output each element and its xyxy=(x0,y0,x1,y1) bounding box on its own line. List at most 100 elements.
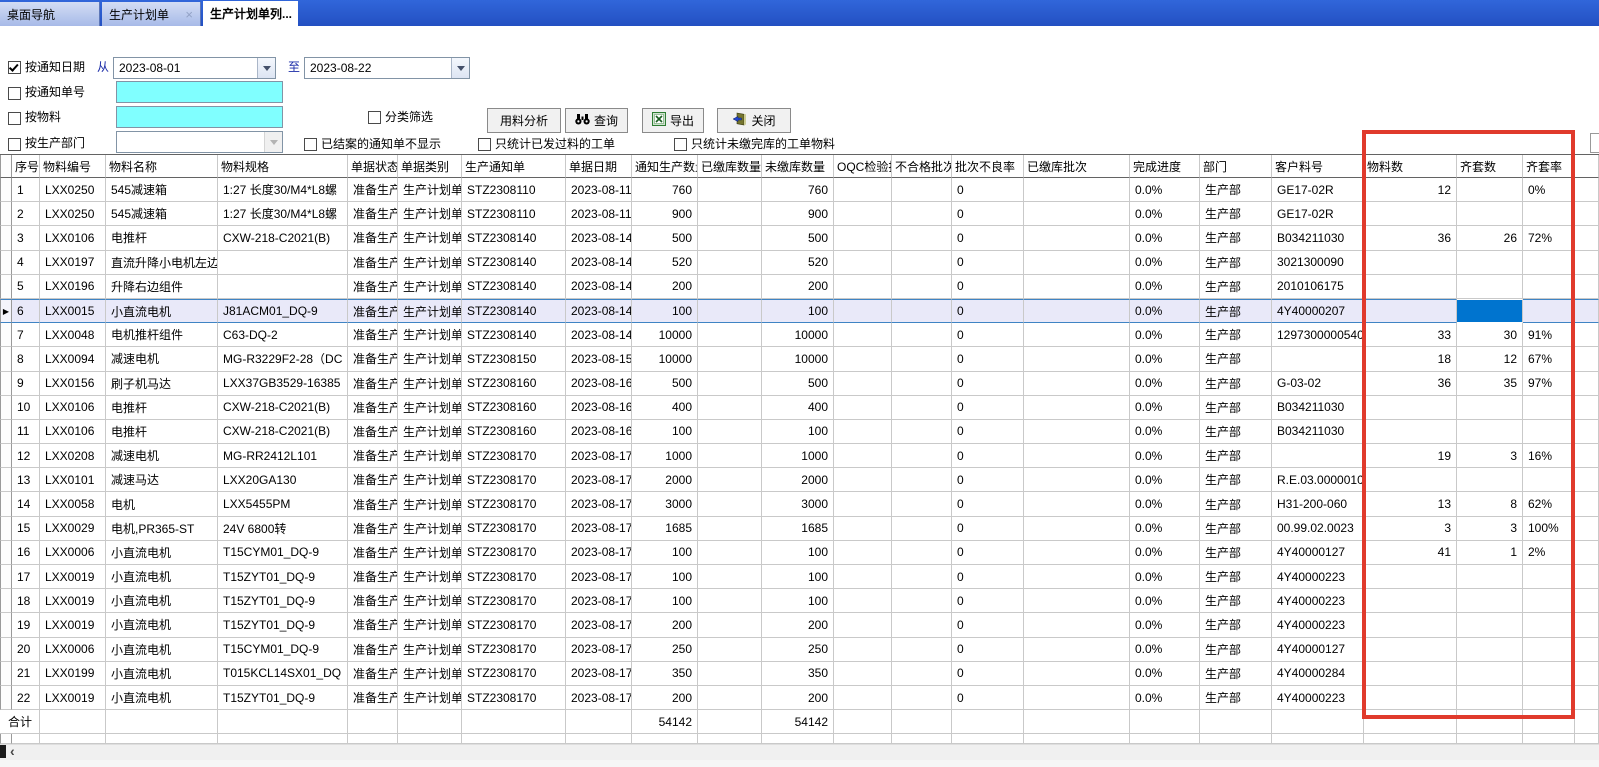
cell-name[interactable]: 545减速箱 xyxy=(106,178,218,202)
cell-date[interactable]: 2023-08-16 xyxy=(566,420,632,444)
material-input[interactable] xyxy=(116,106,283,128)
cell-kitrate[interactable]: 97% xyxy=(1523,372,1575,396)
cell-name[interactable]: 减速电机 xyxy=(106,444,218,468)
cell-unpaid[interactable]: 10000 xyxy=(762,323,834,347)
notice-no-input[interactable] xyxy=(116,81,283,103)
cell-paidlot[interactable] xyxy=(1024,565,1130,589)
cell-cust[interactable]: 4Y40000223 xyxy=(1272,613,1364,637)
cell-dept[interactable]: 生产部 xyxy=(1200,468,1272,492)
cell-name[interactable]: 小直流电机 xyxy=(106,638,218,662)
cell-extra[interactable] xyxy=(1575,565,1599,589)
cell-seq[interactable]: 21 xyxy=(12,662,40,686)
row-indicator[interactable] xyxy=(0,396,12,420)
cell-date[interactable]: 2023-08-16 xyxy=(566,396,632,420)
cell-seq[interactable]: 11 xyxy=(12,420,40,444)
cell-mat[interactable] xyxy=(1364,565,1457,589)
cell-unq[interactable] xyxy=(892,638,952,662)
cell-oqc[interactable] xyxy=(834,565,892,589)
cell-unq[interactable] xyxy=(892,299,952,323)
cell-mat[interactable] xyxy=(1364,613,1457,637)
cell-status[interactable]: 准备生产 xyxy=(348,589,398,613)
cell-unq[interactable] xyxy=(892,372,952,396)
cell-cust[interactable]: G-03-02 xyxy=(1272,372,1364,396)
cell-paid[interactable] xyxy=(698,638,762,662)
cell-progress[interactable]: 0.0% xyxy=(1130,275,1200,299)
cell-cust[interactable]: B034211030 xyxy=(1272,396,1364,420)
cell-spec[interactable]: 1:27 长度30/M4*L8螺 xyxy=(218,178,348,202)
cell-badrate[interactable]: 0 xyxy=(952,565,1024,589)
cell-status[interactable]: 准备生产 xyxy=(348,686,398,710)
cell-spec[interactable]: T15ZYT01_DQ-9 xyxy=(218,686,348,710)
cell-code[interactable]: LXX0101 xyxy=(40,468,106,492)
cell-unpaid[interactable]: 900 xyxy=(762,202,834,226)
cell-spec[interactable]: 24V 6800转 xyxy=(218,517,348,541)
cell-mat[interactable]: 13 xyxy=(1364,492,1457,516)
cell-dept[interactable]: 生产部 xyxy=(1200,275,1272,299)
cell-code[interactable]: LXX0197 xyxy=(40,251,106,275)
cell-type[interactable]: 生产计划单 xyxy=(398,323,462,347)
tab-close-icon[interactable]: × xyxy=(185,8,193,21)
by-notice-no-checkbox[interactable] xyxy=(8,87,21,100)
cell-kit[interactable]: 26 xyxy=(1457,226,1523,250)
cell-extra[interactable] xyxy=(1575,396,1599,420)
export-button[interactable]: 导出 xyxy=(642,108,704,133)
cell-spec[interactable]: T015KCL14SX01_DQ xyxy=(218,662,348,686)
cell-paidlot[interactable] xyxy=(1024,178,1130,202)
cell-name[interactable]: 电机,PR365-ST xyxy=(106,517,218,541)
cell-progress[interactable]: 0.0% xyxy=(1130,565,1200,589)
cell-badrate[interactable]: 0 xyxy=(952,492,1024,516)
cell-extra[interactable] xyxy=(1575,299,1599,323)
cell-code[interactable]: LXX0029 xyxy=(40,517,106,541)
cell-badrate[interactable]: 0 xyxy=(952,251,1024,275)
cell-name[interactable]: 电推杆 xyxy=(106,420,218,444)
cell-status[interactable]: 准备生产 xyxy=(348,541,398,565)
cell-badrate[interactable]: 0 xyxy=(952,275,1024,299)
cell-notice[interactable]: STZ2308170 xyxy=(462,541,566,565)
cell-kitrate[interactable] xyxy=(1523,251,1575,275)
cell-extra[interactable] xyxy=(1575,202,1599,226)
cell-kitrate[interactable] xyxy=(1523,638,1575,662)
cell-kitrate[interactable]: 72% xyxy=(1523,226,1575,250)
cell-paid[interactable] xyxy=(698,202,762,226)
cell-spec[interactable]: CXW-218-C2021(B) xyxy=(218,396,348,420)
cell-date[interactable]: 2023-08-14 xyxy=(566,299,632,323)
cell-date[interactable]: 2023-08-14 xyxy=(566,275,632,299)
cell-date[interactable]: 2023-08-14 xyxy=(566,226,632,250)
cell-oqc[interactable] xyxy=(834,541,892,565)
cell-dept[interactable]: 生产部 xyxy=(1200,541,1272,565)
cell-paid[interactable] xyxy=(698,323,762,347)
column-header-seq[interactable]: 序号 xyxy=(12,155,40,178)
cell-paidlot[interactable] xyxy=(1024,589,1130,613)
cell-paid[interactable] xyxy=(698,275,762,299)
cell-seq[interactable]: 18 xyxy=(12,589,40,613)
cell-status[interactable]: 准备生产 xyxy=(348,372,398,396)
cell-extra[interactable] xyxy=(1575,323,1599,347)
column-header-spec[interactable]: 物料规格 xyxy=(218,155,348,178)
row-indicator[interactable] xyxy=(0,565,12,589)
cell-paid[interactable] xyxy=(698,420,762,444)
cell-paid[interactable] xyxy=(698,347,762,371)
cell-spec[interactable]: CXW-218-C2021(B) xyxy=(218,226,348,250)
cell-date[interactable]: 2023-08-17 xyxy=(566,565,632,589)
cell-kitrate[interactable] xyxy=(1523,468,1575,492)
cell-cust[interactable]: GE17-02R xyxy=(1272,202,1364,226)
cell-kitrate[interactable]: 2% xyxy=(1523,541,1575,565)
cell-status[interactable]: 准备生产 xyxy=(348,444,398,468)
cell-unq[interactable] xyxy=(892,251,952,275)
cell-status[interactable]: 准备生产 xyxy=(348,468,398,492)
cell-type[interactable]: 生产计划单 xyxy=(398,492,462,516)
cell-kitrate[interactable] xyxy=(1523,589,1575,613)
cell-seq[interactable]: 9 xyxy=(12,372,40,396)
cell-progress[interactable]: 0.0% xyxy=(1130,444,1200,468)
cell-unpaid[interactable]: 400 xyxy=(762,396,834,420)
cell-unpaid[interactable]: 1000 xyxy=(762,444,834,468)
cell-progress[interactable]: 0.0% xyxy=(1130,420,1200,444)
cell-code[interactable]: LXX0094 xyxy=(40,347,106,371)
cell-paidlot[interactable] xyxy=(1024,299,1130,323)
cell-badrate[interactable]: 0 xyxy=(952,541,1024,565)
cell-oqc[interactable] xyxy=(834,275,892,299)
cell-status[interactable]: 准备生产 xyxy=(348,420,398,444)
cell-code[interactable]: LXX0106 xyxy=(40,226,106,250)
cell-kit[interactable] xyxy=(1457,565,1523,589)
hide-closed-checkbox[interactable] xyxy=(304,138,317,151)
